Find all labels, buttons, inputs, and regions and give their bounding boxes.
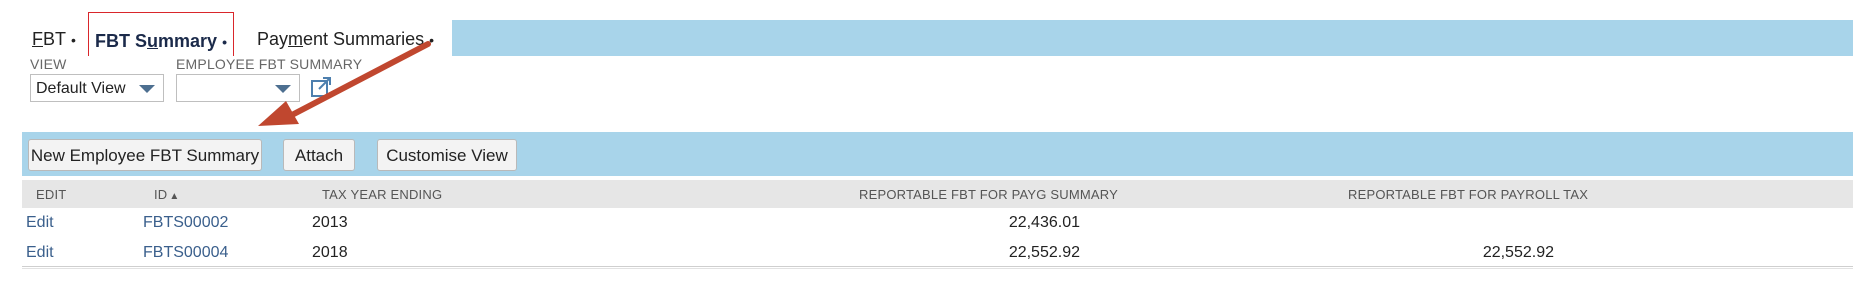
column-header-id-label: ID <box>154 187 168 202</box>
id-link[interactable]: FBTS00002 <box>143 208 228 238</box>
tab-label-rest: ent Summaries <box>303 29 425 49</box>
tab-label-prefix: FBT S <box>95 31 148 51</box>
tax-year-cell: 2013 <box>312 214 348 231</box>
employee-fbt-summary-select[interactable] <box>176 74 300 102</box>
table-header: EDIT ID ▲ TAX YEAR ENDING REPORTABLE FBT … <box>22 180 1853 208</box>
tab-label-rest: BT <box>43 29 67 49</box>
tab-dot: • <box>429 32 434 48</box>
payroll-amount-cell: 22,552.92 <box>1482 244 1554 261</box>
subtab-bar: FBT • Payment Summaries • <box>22 20 1853 56</box>
employee-fbt-summary-label: EMPLOYEE FBT SUMMARY <box>176 56 363 72</box>
new-employee-fbt-summary-button[interactable]: New Employee FBT Summary <box>28 139 262 171</box>
tab-payment-summaries[interactable]: Payment Summaries • <box>257 20 434 56</box>
open-external-icon[interactable] <box>310 76 332 98</box>
fbt-summary-panel: FBT • Payment Summaries • FBT Summary • VIE… <box>22 12 1853 290</box>
tab-label-accesskey: m <box>288 29 304 49</box>
tax-year-cell: 2018 <box>312 244 348 261</box>
tab-label-rest: mmary <box>158 31 218 51</box>
column-header-reportable-fbt-payg: REPORTABLE FBT FOR PAYG SUMMARY <box>859 187 1119 202</box>
tab-dot: • <box>71 32 76 48</box>
tab-dot: • <box>222 34 227 50</box>
table-row: Edit FBTS00004 2018 22,552.92 22,552.92 <box>22 238 1853 269</box>
tab-label-accesskey: u <box>147 31 159 51</box>
tab-fbt[interactable]: FBT • <box>32 20 76 56</box>
id-link[interactable]: FBTS00004 <box>143 238 228 268</box>
view-label: VIEW <box>30 56 67 72</box>
tab-label-prefix: Pay <box>257 29 289 49</box>
chevron-down-icon <box>275 85 291 93</box>
chevron-down-icon <box>139 85 155 93</box>
payg-amount-cell: 22,436.01 <box>1008 214 1080 231</box>
tab-label-accesskey: F <box>32 29 43 49</box>
view-select[interactable]: Default View <box>30 74 164 102</box>
attach-button[interactable]: Attach <box>283 139 355 171</box>
table-row: Edit FBTS00002 2013 22,436.01 <box>22 208 1853 239</box>
view-select-value: Default View <box>36 80 126 97</box>
edit-link[interactable]: Edit <box>26 238 54 268</box>
customise-view-button[interactable]: Customise View <box>377 139 517 171</box>
sort-ascending-icon: ▲ <box>169 191 180 202</box>
column-header-tax-year-ending: TAX YEAR ENDING <box>322 187 443 202</box>
button-bar: New Employee FBT Summary Attach Customis… <box>22 132 1853 176</box>
edit-link[interactable]: Edit <box>26 208 54 238</box>
tab-fbt-summary[interactable]: FBT Summary • <box>88 12 234 62</box>
column-header-edit: EDIT <box>36 187 67 202</box>
table-bottom-border <box>22 266 1853 267</box>
column-header-reportable-fbt-payroll: REPORTABLE FBT FOR PAYROLL TAX <box>1348 187 1589 202</box>
payg-amount-cell: 22,552.92 <box>1008 244 1080 261</box>
